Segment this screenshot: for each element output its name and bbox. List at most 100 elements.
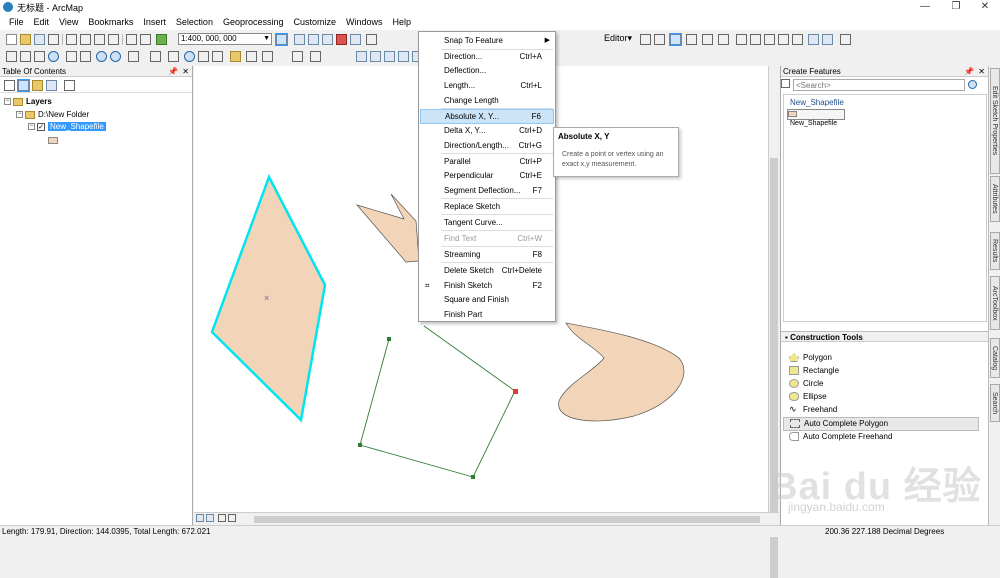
copy-icon[interactable]	[80, 34, 91, 45]
tool-freehand[interactable]: ∿ Freehand	[789, 404, 837, 416]
tab-search[interactable]: Search	[990, 384, 1000, 422]
menu-item-change-length[interactable]: Change Length	[420, 93, 554, 108]
layer-name[interactable]: New_Shapefile	[48, 122, 106, 131]
minimize-button[interactable]: —	[910, 0, 940, 14]
pin-icon[interactable]: 📌	[964, 66, 974, 77]
folder-node[interactable]: − D:\New Folder	[16, 109, 89, 120]
menu-file[interactable]: File	[4, 14, 29, 30]
list-by-source-icon[interactable]	[17, 79, 30, 92]
select-elements-icon[interactable]	[168, 51, 179, 62]
tab-edit-sketch-properties[interactable]: Edit Sketch Properties	[990, 68, 1000, 174]
fixed-zoom-out-icon[interactable]	[80, 51, 91, 62]
search-icon[interactable]	[968, 80, 977, 89]
template-search-input[interactable]	[793, 79, 965, 91]
create-viewer-icon[interactable]	[310, 51, 321, 62]
list-by-drawing-order-icon[interactable]	[4, 80, 15, 91]
full-extent-icon[interactable]	[48, 51, 59, 62]
close-icon[interactable]: ✕	[182, 66, 189, 77]
menu-customize[interactable]: Customize	[289, 14, 342, 30]
tool-rectangle[interactable]: Rectangle	[789, 365, 839, 377]
collapse-icon[interactable]: ▪	[785, 333, 788, 342]
menu-bookmarks[interactable]: Bookmarks	[83, 14, 138, 30]
toolbox-icon[interactable]	[336, 34, 347, 45]
close-icon[interactable]: ✕	[978, 66, 985, 77]
end-point-arc-icon[interactable]	[686, 34, 697, 45]
hyperlink-icon[interactable]	[198, 51, 209, 62]
layout-view-icon[interactable]	[206, 514, 214, 522]
organize-templates-icon[interactable]	[781, 79, 790, 88]
clear-selection-icon[interactable]	[150, 51, 161, 62]
tool-ellipse[interactable]: Ellipse	[789, 391, 827, 403]
rotate-icon[interactable]	[792, 34, 803, 45]
reshape-icon[interactable]	[750, 34, 761, 45]
menu-edit[interactable]: Edit	[29, 14, 55, 30]
go-to-xy-icon[interactable]	[262, 51, 273, 62]
tool-auto-complete-freehand[interactable]: Auto Complete Freehand	[789, 431, 892, 443]
collapse-icon[interactable]: −	[28, 123, 35, 131]
measure-icon[interactable]	[230, 51, 241, 62]
sketch-vertex[interactable]	[387, 337, 391, 341]
menu-item-tangent-curve[interactable]: Tangent Curve...	[420, 215, 554, 230]
menu-item-direction-length[interactable]: Direction/Length... Ctrl+G	[420, 138, 554, 153]
template-item[interactable]: New_Shapefile	[787, 109, 845, 127]
pan-icon[interactable]	[34, 51, 45, 62]
catalog-icon[interactable]	[308, 34, 319, 45]
map-vertical-scrollbar[interactable]	[768, 66, 779, 578]
collapse-icon[interactable]: −	[16, 111, 23, 119]
refresh-icon[interactable]	[218, 514, 226, 522]
menu-item-length[interactable]: Length... Ctrl+L	[420, 78, 554, 93]
options-icon[interactable]	[64, 80, 75, 91]
table-icon[interactable]	[294, 34, 305, 45]
menu-item-parallel[interactable]: Parallel Ctrl+P	[420, 154, 554, 169]
edit-vertices-icon[interactable]	[736, 34, 747, 45]
layer-symbol[interactable]	[48, 135, 58, 146]
layers-node[interactable]: − Layers	[4, 96, 52, 107]
list-by-selection-icon[interactable]	[46, 80, 57, 91]
menu-geoprocessing[interactable]: Geoprocessing	[218, 14, 289, 30]
cut-polygons-icon[interactable]	[764, 34, 775, 45]
trace-icon[interactable]	[702, 34, 713, 45]
tab-attributes[interactable]: Attributes	[990, 176, 1000, 222]
list-by-visibility-icon[interactable]	[32, 80, 43, 91]
select-features-icon[interactable]	[128, 51, 139, 62]
menu-item-snap-to-feature[interactable]: Snap To Feature ▶	[420, 33, 554, 48]
collapse-icon[interactable]: −	[4, 98, 11, 106]
editor-menu[interactable]: Editor▾	[604, 31, 632, 45]
layer-visibility-checkbox[interactable]: ✓	[37, 122, 45, 131]
new-document-icon[interactable]	[6, 34, 17, 45]
zoom-out-icon[interactable]	[20, 51, 31, 62]
maximize-button[interactable]: ❐	[941, 0, 971, 14]
tab-arctoolbox[interactable]: ArcToolbox	[990, 276, 1000, 330]
menu-item-square-and-finish[interactable]: Square and Finish	[420, 292, 554, 307]
cut-icon[interactable]	[66, 34, 77, 45]
menu-view[interactable]: View	[54, 14, 83, 30]
menu-item-direction[interactable]: Direction... Ctrl+A	[420, 49, 554, 64]
redo-icon[interactable]	[140, 34, 151, 45]
menu-item-finish-part[interactable]: Finish Part	[420, 307, 554, 322]
pause-drawing-icon[interactable]	[228, 514, 236, 522]
menu-item-replace-sketch[interactable]: Replace Sketch	[420, 199, 554, 214]
menu-insert[interactable]: Insert	[138, 14, 171, 30]
pin-icon[interactable]: 📌	[168, 66, 178, 77]
sketch-properties-icon[interactable]	[822, 34, 833, 45]
paste-icon[interactable]	[94, 34, 105, 45]
scale-select[interactable]: 1:400, 000, 000 ▼	[178, 33, 272, 45]
python-icon[interactable]	[350, 34, 361, 45]
data-view-icon[interactable]	[196, 514, 204, 522]
delete-icon[interactable]	[108, 34, 119, 45]
menu-item-absolute-xy[interactable]: Absolute X, Y... F6	[420, 109, 554, 124]
scroll-thumb[interactable]	[254, 516, 760, 523]
edit-tool-icon[interactable]	[640, 34, 651, 45]
tool-auto-complete-polygon[interactable]: Auto Complete Polygon	[783, 417, 979, 431]
straight-segment-icon[interactable]	[669, 33, 682, 46]
template-group-label[interactable]: New_Shapefile	[790, 98, 844, 107]
html-popup-icon[interactable]	[212, 51, 223, 62]
close-button[interactable]: ✕	[970, 0, 1000, 14]
undo-icon[interactable]	[126, 34, 137, 45]
menu-item-delta-xy[interactable]: Delta X, Y... Ctrl+D	[420, 123, 554, 138]
menu-item-delete-sketch[interactable]: Delete Sketch Ctrl+Delete	[420, 263, 554, 278]
editor-toolbar-icon[interactable]	[275, 33, 288, 46]
forward-icon[interactable]	[110, 51, 121, 62]
menu-item-perpendicular[interactable]: Perpendicular Ctrl+E	[420, 168, 554, 183]
zoom-in-icon[interactable]	[6, 51, 17, 62]
